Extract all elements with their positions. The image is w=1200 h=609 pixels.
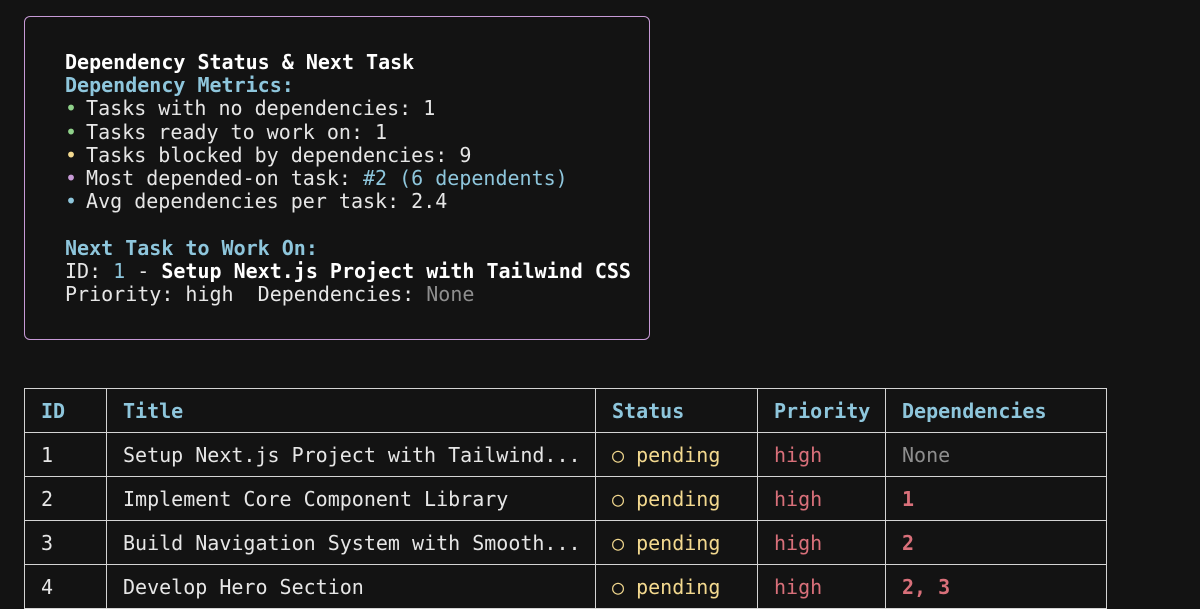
metric-most-depended-on: • Most depended-on task: #2 (6 dependents… bbox=[65, 167, 649, 190]
cell-status: ○ pending bbox=[596, 565, 758, 609]
priority-value: high bbox=[185, 282, 233, 306]
metric-value: 9 bbox=[459, 143, 471, 167]
cell-title: Implement Core Component Library bbox=[107, 477, 596, 521]
table-row: 4 Develop Hero Section ○ pending high 2,… bbox=[25, 565, 1107, 609]
metric-value: 1 bbox=[375, 120, 387, 144]
next-task-id: 1 bbox=[113, 259, 125, 283]
next-task-id-line: ID: 1 - Setup Next.js Project with Tailw… bbox=[65, 260, 649, 283]
column-header-priority: Priority bbox=[758, 389, 886, 433]
column-header-status: Status bbox=[596, 389, 758, 433]
column-header-dependencies: Dependencies bbox=[886, 389, 1107, 433]
spacer bbox=[65, 213, 649, 236]
table-row: 2 Implement Core Component Library ○ pen… bbox=[25, 477, 1107, 521]
status-text: pending bbox=[636, 531, 720, 555]
metric-no-dependencies: • Tasks with no dependencies: 1 bbox=[65, 97, 649, 120]
metric-label: Avg dependencies per task: bbox=[86, 189, 411, 213]
cell-status: ○ pending bbox=[596, 521, 758, 565]
cell-priority: high bbox=[758, 433, 886, 477]
yellow-bullet-icon: • bbox=[65, 143, 77, 167]
status-text: pending bbox=[636, 575, 720, 599]
table-row: 3 Build Navigation System with Smooth...… bbox=[25, 521, 1107, 565]
metric-avg-dependencies: • Avg dependencies per task: 2.4 bbox=[65, 190, 649, 213]
cell-priority: high bbox=[758, 565, 886, 609]
cell-dependencies: None bbox=[886, 433, 1107, 477]
next-task-meta-line: Priority: high Dependencies: None bbox=[65, 283, 649, 306]
cell-status: ○ pending bbox=[596, 477, 758, 521]
cell-id: 2 bbox=[25, 477, 107, 521]
green-bullet-icon: • bbox=[65, 120, 77, 144]
cell-priority: high bbox=[758, 477, 886, 521]
metric-label: Tasks with no dependencies: bbox=[86, 96, 423, 120]
metrics-heading: Dependency Metrics: bbox=[65, 74, 649, 97]
metric-label: Tasks blocked by dependencies: bbox=[86, 143, 459, 167]
cell-title: Setup Next.js Project with Tailwind... bbox=[107, 433, 596, 477]
cell-dependencies: 1 bbox=[886, 477, 1107, 521]
cell-id: 3 bbox=[25, 521, 107, 565]
pending-circle-icon: ○ bbox=[612, 487, 624, 511]
cell-dependencies: 2 bbox=[886, 521, 1107, 565]
table-header-row: ID Title Status Priority Dependencies bbox=[25, 389, 1107, 433]
table-row: 1 Setup Next.js Project with Tailwind...… bbox=[25, 433, 1107, 477]
blue-bullet-icon: • bbox=[65, 189, 77, 213]
metric-label: Tasks ready to work on: bbox=[86, 120, 375, 144]
cell-status: ○ pending bbox=[596, 433, 758, 477]
cell-id: 4 bbox=[25, 565, 107, 609]
metric-label: Most depended-on task: bbox=[86, 166, 363, 190]
panel-title: Dependency Status & Next Task bbox=[65, 51, 649, 74]
metric-value: #2 (6 dependents) bbox=[363, 166, 568, 190]
priority-label: Priority: bbox=[65, 282, 185, 306]
pending-circle-icon: ○ bbox=[612, 575, 624, 599]
next-task-title: Setup Next.js Project with Tailwind CSS bbox=[161, 259, 631, 283]
metric-value: 2.4 bbox=[411, 189, 447, 213]
cell-id: 1 bbox=[25, 433, 107, 477]
cell-dependencies: 2, 3 bbox=[886, 565, 1107, 609]
purple-bullet-icon: • bbox=[65, 166, 77, 190]
metric-ready-to-work: • Tasks ready to work on: 1 bbox=[65, 121, 649, 144]
column-header-title: Title bbox=[107, 389, 596, 433]
next-task-id-label: ID: bbox=[65, 259, 113, 283]
next-task-heading: Next Task to Work On: bbox=[65, 237, 649, 260]
status-text: pending bbox=[636, 487, 720, 511]
next-task-separator: - bbox=[125, 259, 161, 283]
status-text: pending bbox=[636, 443, 720, 467]
dependencies-label: Dependencies: bbox=[234, 282, 427, 306]
tasks-table: ID Title Status Priority Dependencies 1 … bbox=[24, 388, 1107, 609]
pending-circle-icon: ○ bbox=[612, 531, 624, 555]
dependency-status-panel: Dependency Status & Next Task Dependency… bbox=[24, 16, 650, 340]
dependencies-value: None bbox=[426, 282, 474, 306]
pending-circle-icon: ○ bbox=[612, 443, 624, 467]
metric-value: 1 bbox=[423, 96, 435, 120]
column-header-id: ID bbox=[25, 389, 107, 433]
cell-priority: high bbox=[758, 521, 886, 565]
metric-blocked: • Tasks blocked by dependencies: 9 bbox=[65, 144, 649, 167]
green-bullet-icon: • bbox=[65, 96, 77, 120]
cell-title: Develop Hero Section bbox=[107, 565, 596, 609]
cell-title: Build Navigation System with Smooth... bbox=[107, 521, 596, 565]
